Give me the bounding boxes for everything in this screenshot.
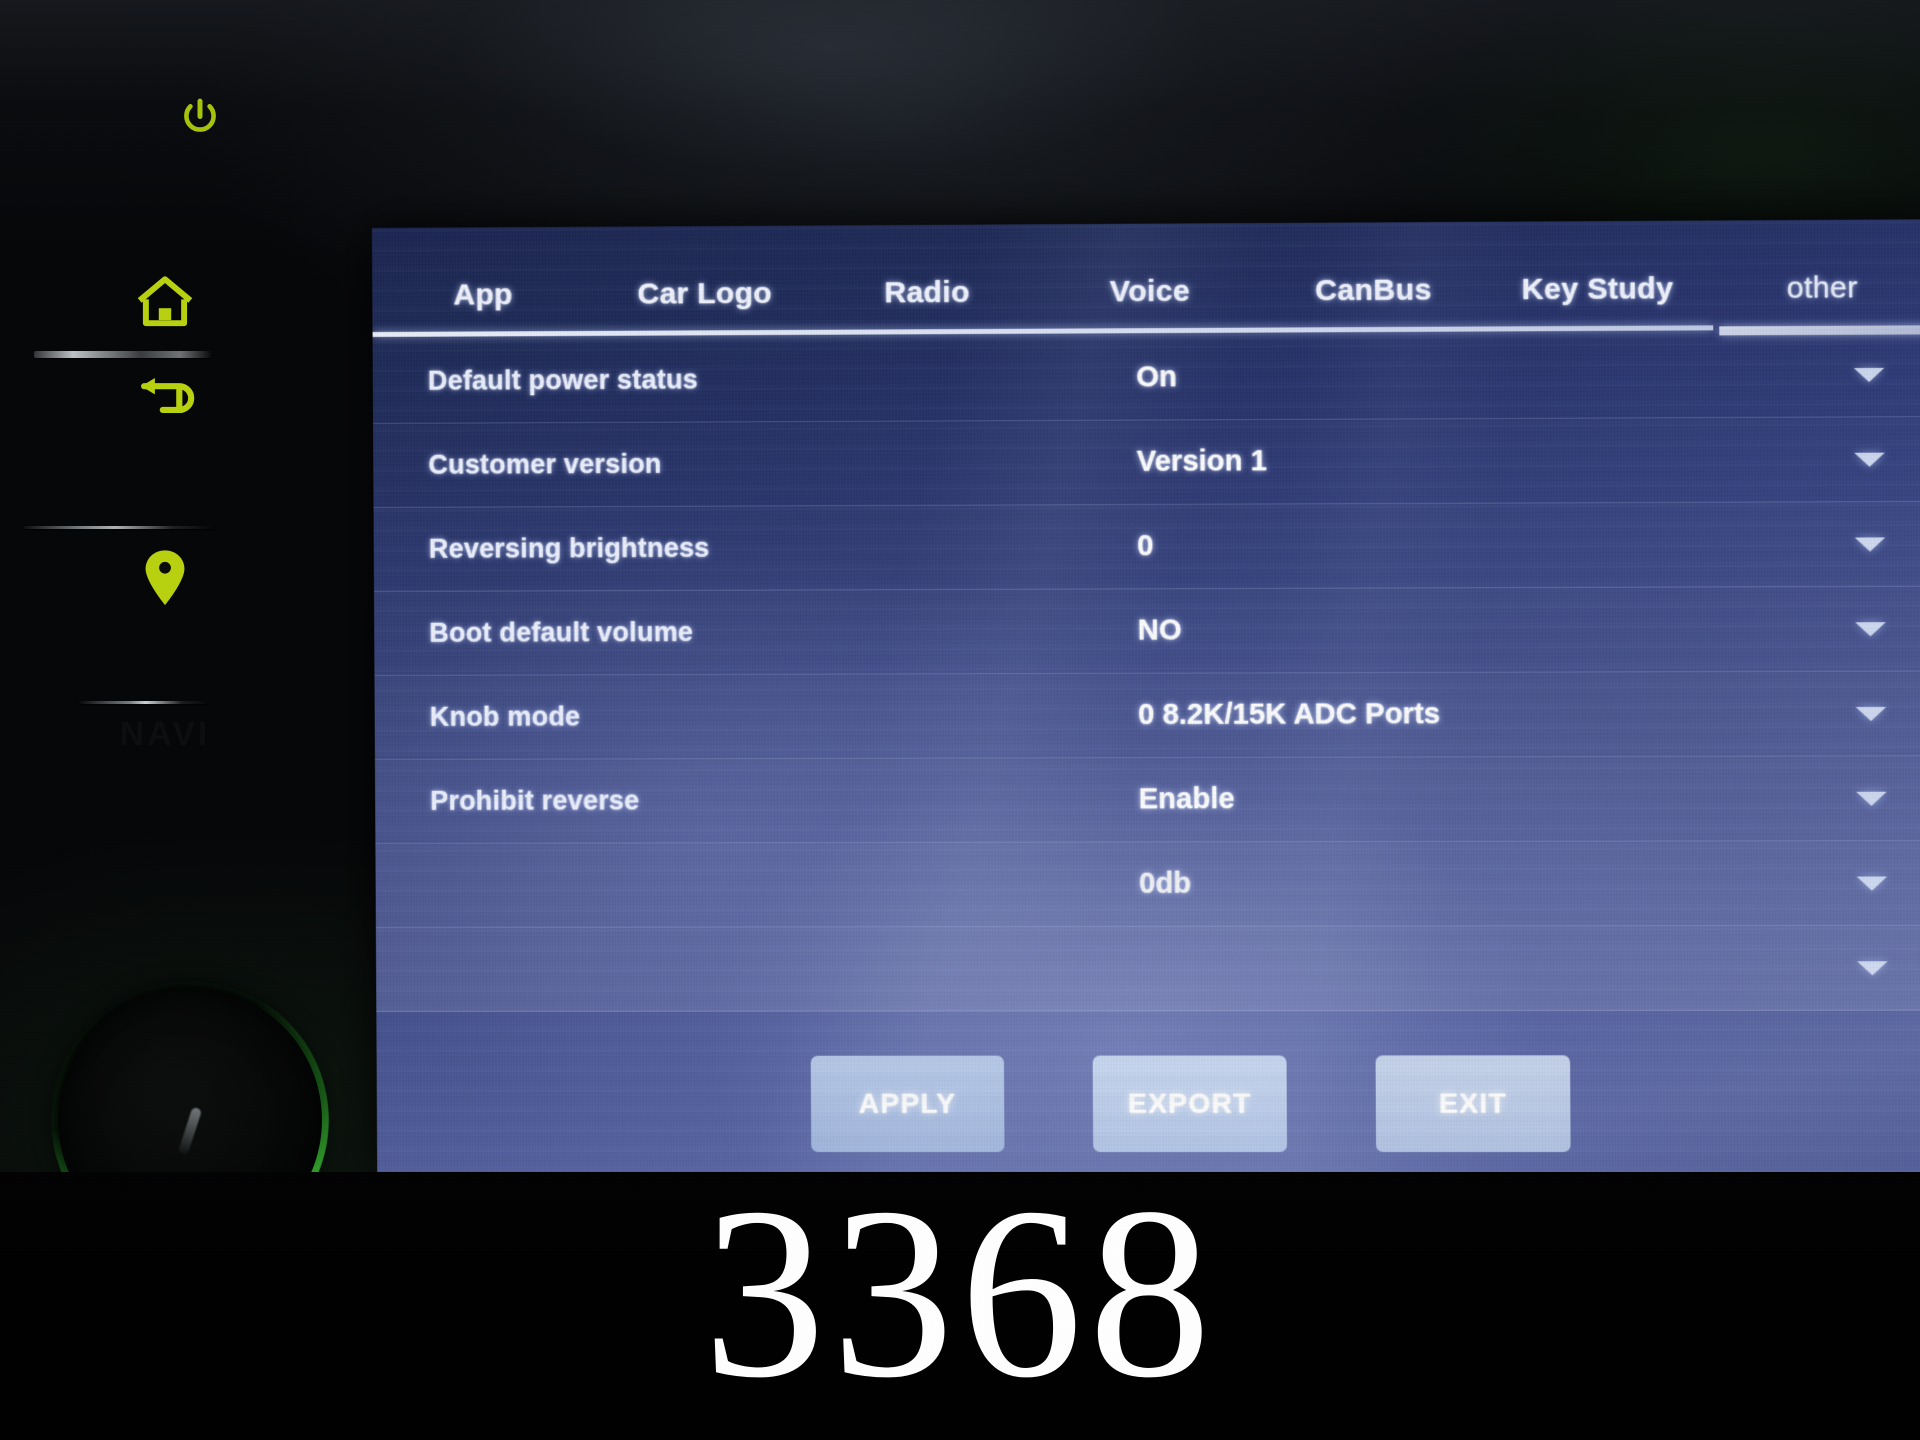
settings-row-partial-8[interactable] (375, 925, 1920, 1013)
setting-value[interactable]: NO (1097, 612, 1804, 647)
dropdown-toggle[interactable] (1804, 621, 1920, 637)
home-icon (137, 276, 193, 327)
dropdown-toggle[interactable] (1806, 960, 1920, 975)
setting-value[interactable]: 0db (1099, 867, 1806, 901)
chevron-down-icon (1854, 536, 1886, 552)
caption-overlay: 3368 (703, 1157, 1217, 1428)
setting-label (376, 884, 1099, 885)
dropdown-toggle[interactable] (1803, 452, 1920, 467)
hardware-divider (0, 345, 330, 361)
dashboard-photo: NAVI App Car Logo Radio Voice CanBus Key… (0, 0, 1920, 1440)
setting-label: Knob mode (429, 701, 581, 732)
exit-button[interactable]: EXIT (1375, 1055, 1571, 1153)
setting-label: Reversing brightness (428, 532, 710, 564)
setting-value[interactable]: 0 (1097, 528, 1804, 564)
settings-tab-bar: App Car Logo Radio Voice CanBus Key Stud… (372, 252, 1920, 332)
hardware-divider (0, 520, 330, 536)
power-icon (184, 98, 216, 132)
hardware-button-column: NAVI (0, 98, 330, 955)
tab-key-study[interactable]: Key Study (1485, 253, 1710, 327)
settings-row-partial-7[interactable]: 0db (375, 841, 1920, 929)
navi-button[interactable] (0, 547, 330, 609)
setting-label: Default power status (427, 364, 699, 396)
setting-value[interactable]: 0 8.2K/15K ADC Ports (1098, 697, 1805, 732)
tab-voice[interactable]: Voice (1038, 255, 1262, 328)
chevron-down-icon (1855, 706, 1887, 721)
chevron-down-icon (1856, 791, 1887, 806)
chevron-down-icon (1856, 876, 1888, 891)
head-unit-screen: App Car Logo Radio Voice CanBus Key Stud… (372, 219, 1920, 1173)
settings-list: Default power status On Customer version… (372, 332, 1920, 1172)
dropdown-toggle[interactable] (1806, 876, 1920, 891)
chevron-down-icon (1857, 960, 1888, 975)
power-button[interactable] (0, 95, 400, 141)
setting-value[interactable]: Version 1 (1096, 443, 1803, 479)
dropdown-toggle[interactable] (1803, 367, 1920, 382)
location-pin-icon (145, 550, 185, 606)
setting-value[interactable]: Enable (1098, 782, 1805, 817)
home-button[interactable] (0, 273, 330, 331)
settings-row-knob-mode[interactable]: Knob mode 0 8.2K/15K ADC Ports (374, 671, 1920, 761)
tab-other[interactable]: other (1710, 252, 1920, 326)
settings-row-boot-default-volume[interactable]: Boot default volume NO (374, 586, 1920, 676)
tab-canbus[interactable]: CanBus (1261, 254, 1485, 328)
setting-label (376, 969, 1099, 970)
tab-car-logo[interactable]: Car Logo (594, 258, 816, 331)
action-button-bar: APPLY EXPORT EXIT (377, 1053, 1920, 1154)
tab-app[interactable]: App (372, 259, 594, 332)
chevron-down-icon (1855, 621, 1886, 636)
setting-value[interactable]: On (1096, 358, 1803, 395)
tab-radio[interactable]: Radio (816, 256, 1039, 329)
setting-label: Boot default volume (429, 616, 694, 648)
settings-row-prohibit-reverse[interactable]: Prohibit reverse Enable (374, 756, 1920, 845)
dropdown-toggle[interactable] (1805, 706, 1920, 721)
navi-label: NAVI (119, 715, 211, 753)
settings-row-default-power-status[interactable]: Default power status On (372, 332, 1920, 424)
apply-button[interactable]: APPLY (810, 1055, 1005, 1153)
hardware-divider (0, 695, 330, 711)
export-button[interactable]: EXPORT (1092, 1055, 1288, 1153)
setting-value[interactable] (1099, 968, 1806, 969)
settings-row-customer-version[interactable]: Customer version Version 1 (373, 417, 1920, 508)
setting-label: Prohibit reverse (430, 785, 640, 816)
back-arrow-icon (141, 378, 195, 414)
chevron-down-icon (1853, 367, 1885, 382)
dropdown-toggle[interactable] (1804, 536, 1920, 552)
settings-row-reversing-brightness[interactable]: Reversing brightness 0 (373, 501, 1920, 592)
dropdown-toggle[interactable] (1805, 791, 1920, 806)
chevron-down-icon (1854, 452, 1885, 467)
setting-label: Customer version (428, 448, 662, 480)
dash-bezel-highlight (330, 0, 1330, 230)
back-button[interactable] (0, 373, 330, 417)
